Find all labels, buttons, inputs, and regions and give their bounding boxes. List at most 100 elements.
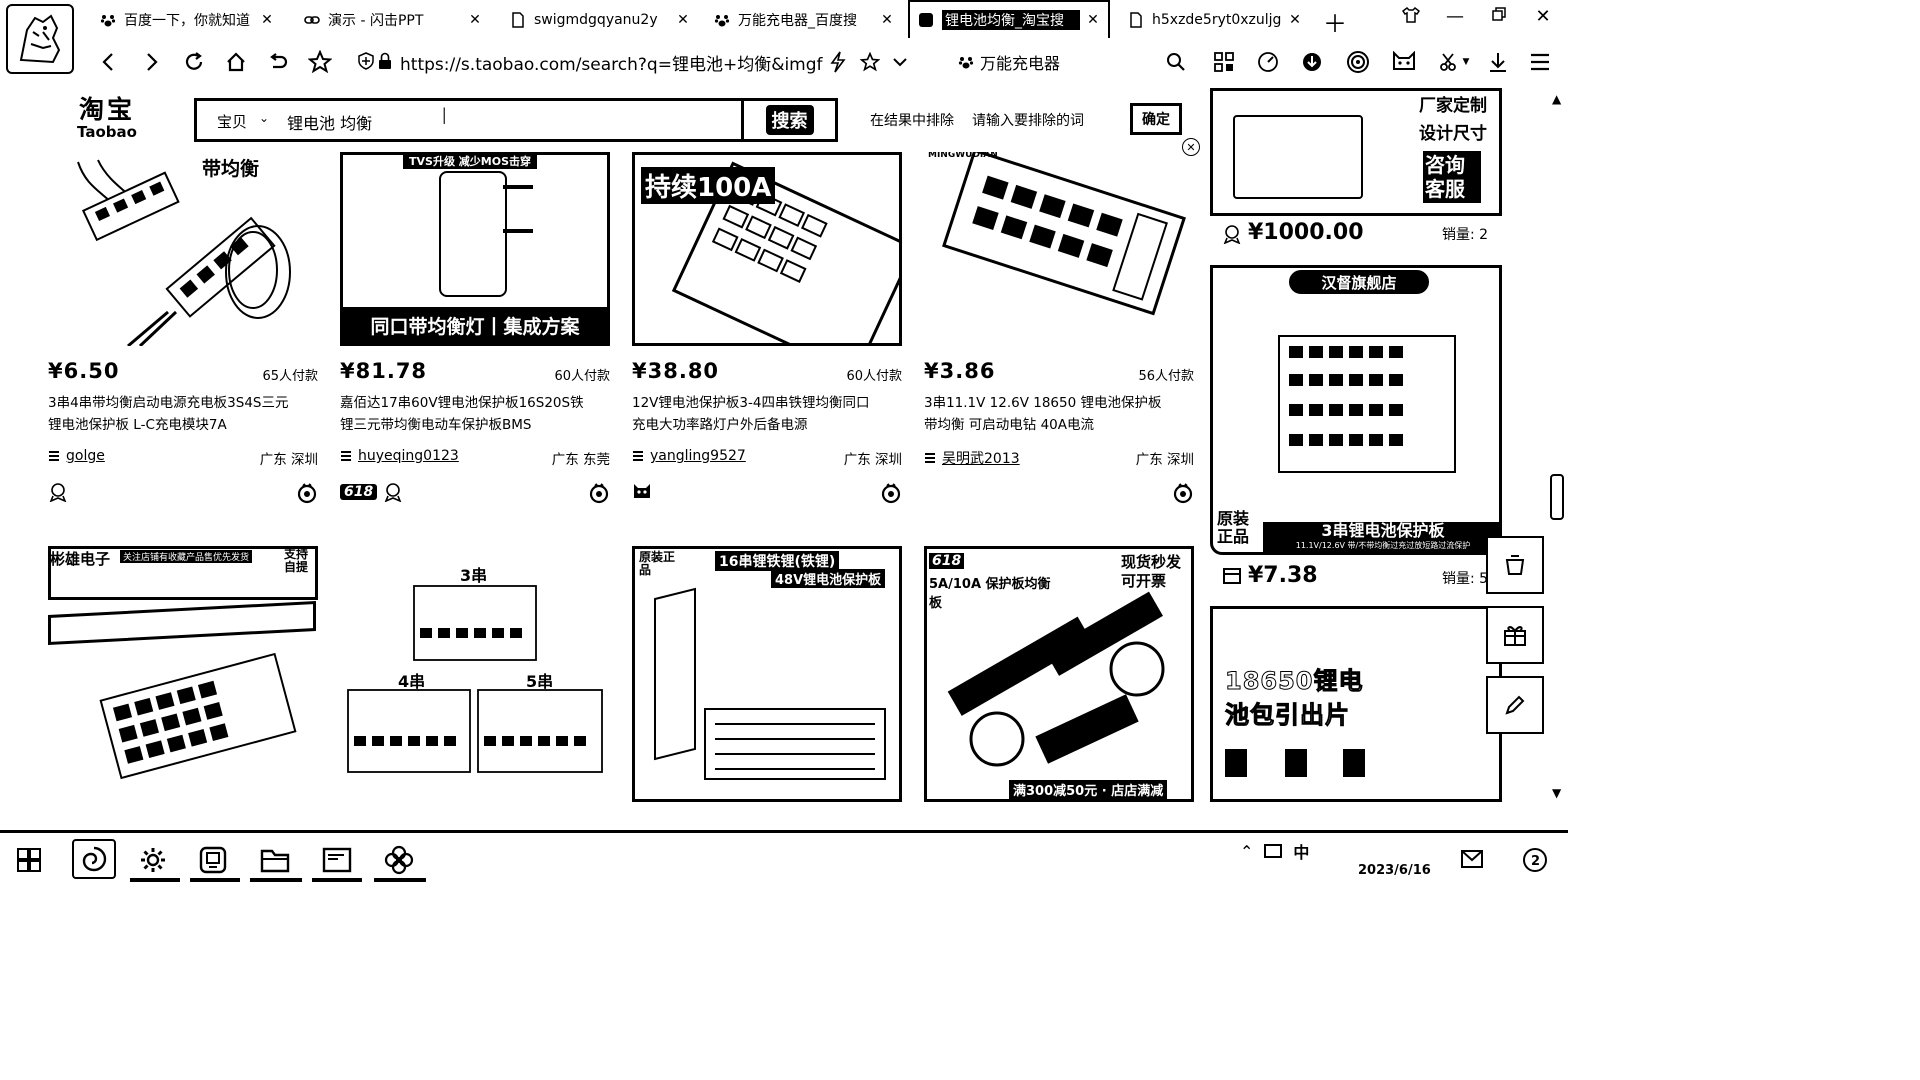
close-icon[interactable]: ✕ bbox=[260, 12, 274, 28]
window-close-icon[interactable]: ✕ bbox=[1528, 6, 1558, 27]
folder-icon[interactable] bbox=[258, 843, 292, 877]
url-text[interactable]: https://s.taobao.com/search?q=锂电池+均衡&img… bbox=[400, 50, 823, 75]
search-engine-box[interactable]: 万能充电器 bbox=[958, 50, 1060, 74]
edit-pencil-icon[interactable] bbox=[1486, 676, 1544, 734]
tab-doc-2[interactable]: h5xzde5ryt0xzuljg ✕ bbox=[1120, 4, 1310, 36]
tab-shanji-ppt[interactable]: 演示 - 闪击PPT ✕ bbox=[296, 4, 490, 36]
product-title[interactable]: 12V锂电池保护板3-4四串铁锂均衡同口充电大功率路灯户外后备电源 bbox=[632, 392, 882, 436]
notification-icon[interactable]: 2 bbox=[1522, 847, 1548, 873]
product-image[interactable]: 16串锂铁锂(铁锂) 48V锂电池保护板 原装正品 bbox=[632, 546, 902, 802]
download-icon[interactable] bbox=[1484, 48, 1512, 76]
bookmark-star-icon[interactable] bbox=[306, 48, 334, 76]
product-card[interactable]: 带均衡 ¥6.50 65人付款 3串4串带均衡启动电源充电板3S4S三元锂电池保… bbox=[48, 152, 318, 512]
speed-dial-icon[interactable] bbox=[1254, 48, 1282, 76]
image-viewer-icon[interactable] bbox=[320, 843, 354, 877]
apps-grid-icon[interactable] bbox=[1210, 48, 1238, 76]
tab-label: 演示 - 闪击PPT bbox=[328, 13, 424, 29]
shield-icon[interactable] bbox=[358, 52, 374, 70]
add-to-cart-icon[interactable] bbox=[1172, 482, 1194, 508]
ad-card[interactable]: 汉督旗舰店 原装正品 3串锂电池保护板 11.1V/12.6V 带/不带均衡过充… bbox=[1210, 265, 1502, 555]
product-title[interactable]: 3串11.1V 12.6V 18650 锂电池保护板带均衡 可启动电钻 40A电… bbox=[924, 392, 1174, 436]
product-image-subtext: 关注店铺有收藏产品售优先发货 bbox=[120, 550, 253, 563]
refresh-icon[interactable] bbox=[180, 48, 208, 76]
scroll-up-icon[interactable]: ▲ bbox=[1552, 92, 1561, 106]
search-icon[interactable] bbox=[1162, 48, 1190, 76]
tab-doc-1[interactable]: swigmdgqyanu2y ✕ bbox=[502, 4, 698, 36]
tab-taobao-search-active[interactable]: 锂电池均衡_淘宝搜 ✕ bbox=[908, 0, 1110, 38]
product-card[interactable]: 3串 4串 5串 bbox=[340, 546, 610, 802]
scroll-down-icon[interactable]: ▼ bbox=[1552, 786, 1561, 800]
search-button[interactable]: 搜索 bbox=[741, 101, 835, 139]
mail-icon[interactable] bbox=[1460, 847, 1484, 871]
search-engine-query: 万能充电器 bbox=[980, 54, 1061, 73]
product-card[interactable]: 16串锂铁锂(铁锂) 48V锂电池保护板 原装正品 bbox=[632, 546, 902, 802]
search-input[interactable]: 锂电池 均衡 bbox=[287, 110, 372, 134]
add-to-cart-icon[interactable] bbox=[880, 482, 902, 508]
browser-taskbar-icon[interactable] bbox=[72, 839, 116, 879]
product-image[interactable]: 持续100A bbox=[632, 152, 902, 346]
shop-link[interactable]: 吴明武2013 bbox=[924, 448, 1020, 468]
close-icon[interactable]: ✕ bbox=[468, 12, 482, 28]
new-tab-plus-icon[interactable]: ＋ bbox=[1320, 4, 1350, 39]
forward-arrow-icon[interactable] bbox=[138, 48, 166, 76]
extension-icon[interactable] bbox=[1344, 48, 1372, 76]
clock-date[interactable]: 2023/6/16 bbox=[1358, 863, 1431, 878]
shop-link[interactable]: golge bbox=[48, 448, 105, 464]
back-arrow-icon[interactable] bbox=[94, 48, 122, 76]
chevron-down-icon[interactable] bbox=[886, 48, 914, 76]
exclude-input[interactable]: 请输入要排除的词 bbox=[972, 110, 1122, 130]
shop-link[interactable]: huyeqing0123 bbox=[340, 448, 459, 464]
windows-start-icon[interactable] bbox=[12, 843, 46, 877]
close-icon[interactable]: ✕ bbox=[880, 12, 894, 28]
product-card[interactable]: 持续100A ¥38.80 60人付款 12V锂电池保护板3-4四串铁锂均衡同口… bbox=[632, 152, 902, 512]
cat-extension-icon[interactable] bbox=[1390, 48, 1418, 76]
lightning-icon[interactable] bbox=[824, 48, 852, 76]
display-app-icon[interactable] bbox=[196, 843, 230, 877]
product-card[interactable]: 618 5A/10A 保护板均衡板 现货秒发可开票 满300减50元 · 店店满… bbox=[924, 546, 1194, 802]
product-card[interactable]: 彬雄电子 关注店铺有收藏产品售优先发货 支持自提 bbox=[48, 546, 318, 802]
shirt-skin-icon[interactable] bbox=[1396, 6, 1426, 29]
product-image[interactable]: TVS升级 减少MOS击穿 同口带均衡灯丨集成方案 bbox=[340, 152, 610, 346]
close-icon[interactable]: ✕ bbox=[1288, 12, 1302, 28]
minimize-icon[interactable]: — bbox=[1440, 6, 1470, 27]
undo-close-tab-icon[interactable] bbox=[264, 48, 292, 76]
product-image[interactable]: 彬雄电子 关注店铺有收藏产品售优先发货 支持自提 bbox=[48, 546, 318, 802]
scrollbar-thumb[interactable] bbox=[1550, 474, 1564, 520]
ad-card[interactable]: 18650锂电 池包引出片 bbox=[1210, 606, 1502, 802]
product-image[interactable]: MINGWUDIAN bbox=[924, 152, 1194, 346]
product-card[interactable]: MINGWUDIAN ¥3.86 56人付款 3串11.1V 12.6V 186… bbox=[924, 152, 1194, 512]
product-image[interactable]: 带均衡 bbox=[48, 152, 318, 346]
ad-card[interactable]: 厂家定制 设计尺寸 咨询客服 bbox=[1210, 88, 1502, 216]
product-title[interactable]: 3串4串带均衡启动电源充电板3S4S三元锂电池保护板 L-C充电模块7A bbox=[48, 392, 298, 436]
close-icon[interactable]: ✕ bbox=[1086, 12, 1100, 28]
restore-icon[interactable] bbox=[1484, 6, 1514, 27]
confirm-button[interactable]: 确定 bbox=[1130, 103, 1182, 135]
product-image[interactable]: 618 5A/10A 保护板均衡板 现货秒发可开票 满300减50元 · 店店满… bbox=[924, 546, 1194, 802]
product-title[interactable]: 嘉佰达17串60V锂电池保护板16S20S铁锂三元带均衡电动车保护板BMS bbox=[340, 392, 590, 436]
download-manager-icon[interactable] bbox=[1298, 48, 1326, 76]
taobao-logo[interactable]: 淘宝 Taobao bbox=[72, 96, 142, 141]
favorite-star-icon[interactable] bbox=[856, 48, 884, 76]
tmall-cat-icon bbox=[634, 484, 650, 498]
chevron-down-icon[interactable]: ⌄ bbox=[259, 111, 269, 125]
browser-app-logo[interactable] bbox=[6, 4, 74, 74]
product-image[interactable]: 3串 4串 5串 bbox=[340, 546, 610, 802]
search-category-select[interactable]: 宝贝 bbox=[217, 111, 247, 132]
flower-app-icon[interactable] bbox=[382, 843, 416, 877]
menu-icon[interactable] bbox=[1526, 48, 1554, 76]
ime-indicator[interactable]: 中 bbox=[1293, 839, 1309, 863]
gift-icon[interactable] bbox=[1486, 606, 1544, 664]
history-icon[interactable] bbox=[1486, 536, 1544, 594]
tab-baidu[interactable]: 百度一下，你就知道 ✕ bbox=[92, 4, 282, 36]
product-card[interactable]: TVS升级 减少MOS击穿 同口带均衡灯丨集成方案 ¥81.78 60人付款 嘉… bbox=[340, 152, 610, 512]
tray-expand-icon[interactable]: ⌃ bbox=[1240, 842, 1253, 861]
close-icon[interactable]: ✕ bbox=[676, 12, 690, 28]
tab-charger-search[interactable]: 万能充电器_百度搜 ✕ bbox=[706, 4, 902, 36]
home-icon[interactable] bbox=[222, 48, 250, 76]
settings-gear-icon[interactable] bbox=[136, 843, 170, 877]
shop-link[interactable]: yangling9527 bbox=[632, 448, 746, 464]
add-to-cart-icon[interactable] bbox=[296, 482, 318, 508]
network-icon[interactable] bbox=[1263, 841, 1283, 861]
add-to-cart-icon[interactable] bbox=[588, 482, 610, 508]
scissors-icon[interactable]: ▼ bbox=[1434, 48, 1474, 76]
